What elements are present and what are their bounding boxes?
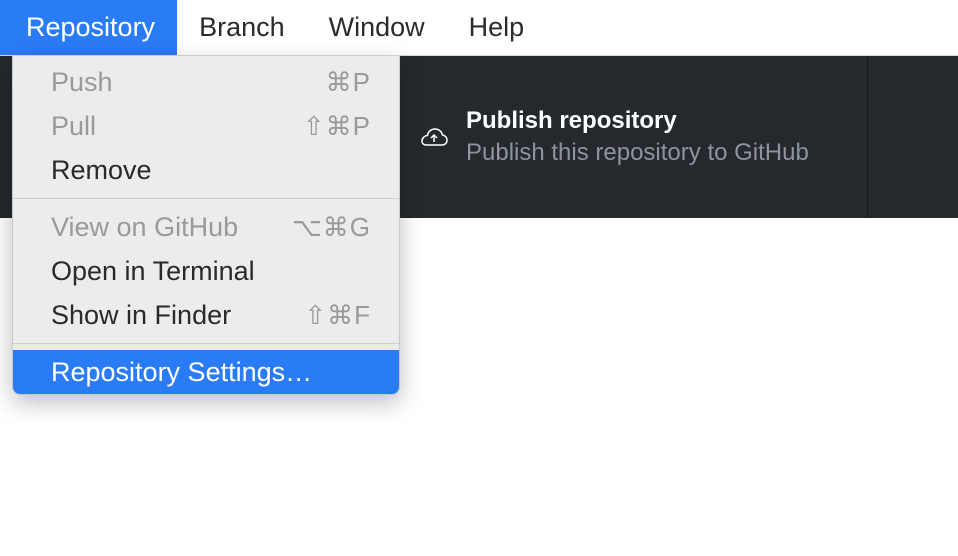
menu-help[interactable]: Help xyxy=(447,0,547,55)
menu-help-label: Help xyxy=(469,12,525,43)
menu-item-pull-shortcut: ⇧⌘P xyxy=(303,111,371,142)
menu-item-view-on-github-shortcut: ⌥⌘G xyxy=(292,212,371,243)
menu-item-view-on-github-label: View on GitHub xyxy=(51,212,238,243)
menu-item-view-on-github[interactable]: View on GitHub ⌥⌘G xyxy=(13,205,399,249)
menu-item-open-in-terminal[interactable]: Open in Terminal xyxy=(13,249,399,293)
menu-repository-label: Repository xyxy=(26,12,155,43)
publish-repository-button[interactable]: Publish repository Publish this reposito… xyxy=(400,56,868,218)
menu-item-show-in-finder-label: Show in Finder xyxy=(51,300,231,331)
menu-item-open-in-terminal-label: Open in Terminal xyxy=(51,256,255,287)
repository-dropdown-menu: Push ⌘P Pull ⇧⌘P Remove View on GitHub ⌥… xyxy=(12,56,400,395)
menu-window[interactable]: Window xyxy=(307,0,447,55)
menu-item-push-shortcut: ⌘P xyxy=(326,67,371,98)
menu-item-pull[interactable]: Pull ⇧⌘P xyxy=(13,104,399,148)
menu-item-remove[interactable]: Remove xyxy=(13,148,399,192)
menu-item-repository-settings[interactable]: Repository Settings… xyxy=(13,350,399,394)
publish-subtitle: Publish this repository to GitHub xyxy=(466,136,809,170)
publish-text-group: Publish repository Publish this reposito… xyxy=(466,105,809,170)
menubar: Repository Branch Window Help xyxy=(0,0,958,56)
menu-branch[interactable]: Branch xyxy=(177,0,307,55)
publish-title: Publish repository xyxy=(466,105,809,136)
menu-item-push[interactable]: Push ⌘P xyxy=(13,60,399,104)
menu-item-repository-settings-label: Repository Settings… xyxy=(51,357,312,388)
menu-item-pull-label: Pull xyxy=(51,111,96,142)
menu-branch-label: Branch xyxy=(199,12,285,43)
toolbar-right-spacer xyxy=(868,56,958,218)
menu-item-show-in-finder-shortcut: ⇧⌘F xyxy=(304,300,371,331)
menu-separator-2 xyxy=(13,343,399,344)
cloud-upload-icon xyxy=(418,127,450,151)
menu-repository[interactable]: Repository xyxy=(0,0,177,55)
menu-window-label: Window xyxy=(329,12,425,43)
menu-item-show-in-finder[interactable]: Show in Finder ⇧⌘F xyxy=(13,293,399,337)
menu-item-remove-label: Remove xyxy=(51,155,152,186)
menu-separator-1 xyxy=(13,198,399,199)
menu-item-push-label: Push xyxy=(51,67,113,98)
